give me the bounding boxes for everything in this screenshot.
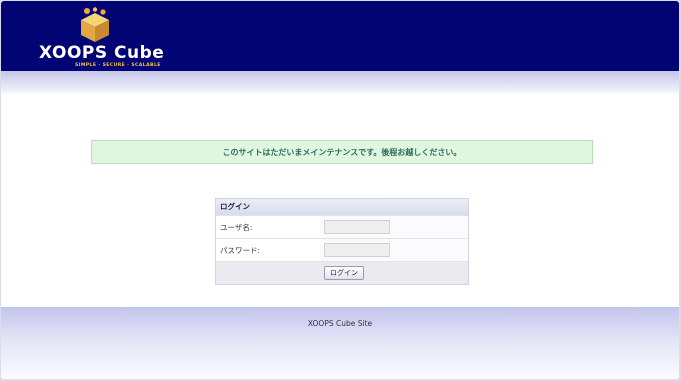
cube-icon bbox=[81, 7, 109, 42]
password-label: パスワード: bbox=[216, 239, 320, 261]
username-input[interactable] bbox=[324, 220, 390, 234]
username-cell bbox=[320, 216, 468, 238]
maintenance-notice: このサイトはただいまメインテナンスです。後程お越しください。 bbox=[91, 140, 593, 164]
login-button-cell: ログイン bbox=[320, 262, 468, 284]
login-form: ログイン ユーザ名: パスワード: ログイン bbox=[215, 198, 469, 285]
password-row: パスワード: bbox=[216, 238, 468, 261]
username-label: ユーザ名: bbox=[216, 216, 320, 238]
login-form-title: ログイン bbox=[216, 199, 468, 215]
footer-site-name: XOOPS Cube Site bbox=[307, 319, 373, 328]
logo-text: XOOPS Cube bbox=[39, 43, 165, 63]
login-button[interactable]: ログイン bbox=[324, 266, 364, 280]
password-cell bbox=[320, 239, 468, 261]
page-frame: XOOPS Cube SIMPLE · SECURE · SCALABLE この… bbox=[1, 1, 679, 379]
site-header: XOOPS Cube SIMPLE · SECURE · SCALABLE bbox=[1, 1, 679, 71]
login-actions-row: ログイン bbox=[216, 261, 468, 284]
username-row: ユーザ名: bbox=[216, 215, 468, 238]
site-footer: XOOPS Cube Site bbox=[1, 307, 679, 379]
site-logo[interactable]: XOOPS Cube SIMPLE · SECURE · SCALABLE bbox=[39, 7, 165, 68]
logo-tagline: SIMPLE · SECURE · SCALABLE bbox=[75, 63, 161, 68]
login-actions-spacer bbox=[216, 262, 320, 284]
maintenance-message: このサイトはただいまメインテナンスです。後程お越しください。 bbox=[222, 147, 462, 157]
header-gradient-band bbox=[1, 71, 679, 93]
password-input[interactable] bbox=[324, 243, 390, 257]
